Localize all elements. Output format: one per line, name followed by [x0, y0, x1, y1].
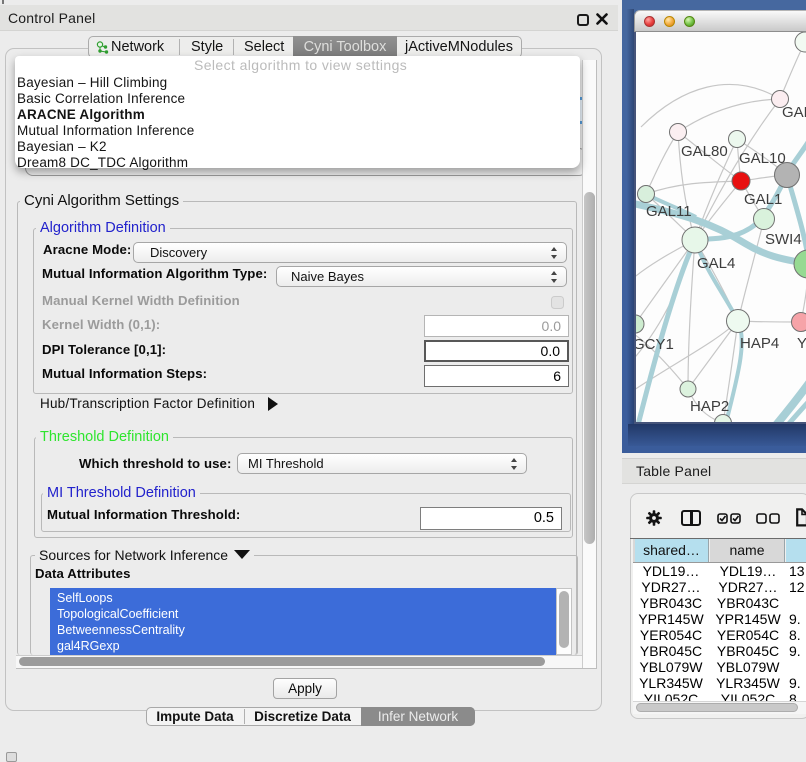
svg-text:GAL: GAL: [782, 104, 806, 121]
svg-text:GCY1: GCY1: [636, 336, 674, 353]
svg-text:HAP2: HAP2: [690, 398, 729, 415]
svg-text:GAL10: GAL10: [739, 150, 786, 167]
svg-text:GAL80: GAL80: [681, 143, 728, 160]
svg-text:GAL11: GAL11: [646, 203, 692, 220]
svg-text:GAL4: GAL4: [697, 255, 735, 272]
svg-text:Y: Y: [797, 335, 806, 352]
svg-text:HAP4: HAP4: [740, 335, 779, 352]
svg-text:SWI4: SWI4: [765, 231, 802, 248]
svg-text:GAL1: GAL1: [744, 191, 782, 208]
